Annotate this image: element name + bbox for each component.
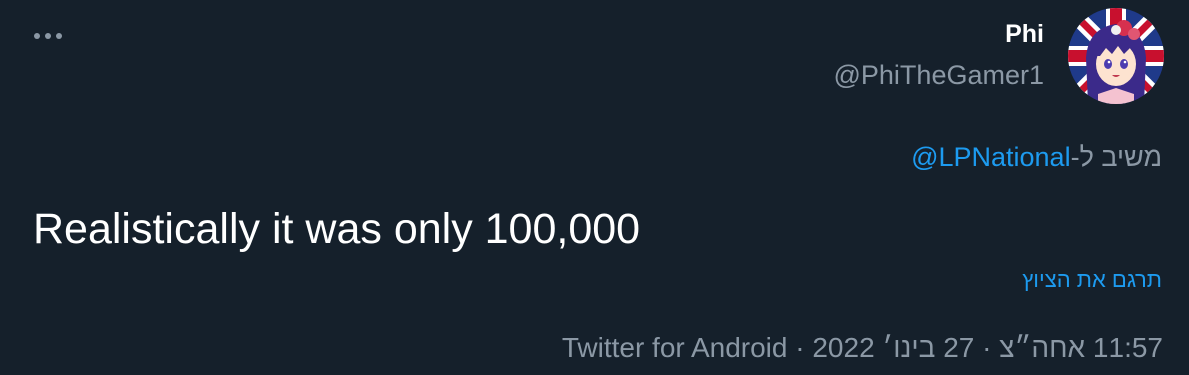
meta-separator: · [787,332,813,363]
tweet-text: Realistically it was only 100,000 [33,205,641,253]
anime-avatar-icon [1068,8,1164,104]
mention-text: @LPNational [911,142,1071,172]
tweet-time[interactable]: 11:57 אחה״צ [999,332,1163,363]
author-display-name[interactable]: Phi [1005,19,1044,49]
translate-tweet-link[interactable]: תרגם את הציוץ [1022,266,1162,294]
tweet-source[interactable]: Twitter for Android [562,332,788,363]
avatar[interactable] [1068,8,1164,104]
author-handle[interactable]: @PhiTheGamer1 [834,58,1045,92]
tweet-date[interactable]: 27 בינו׳ 2022 [812,332,974,363]
more-options-icon[interactable] [34,26,70,46]
tweet-detail: Phi @PhiTheGamer1 משיב ל-@LPNational Rea… [0,0,1189,375]
dot [45,33,51,39]
replying-to: משיב ל-@LPNational [911,140,1162,174]
dot [56,33,62,39]
replying-to-prefix: משיב ל- [1070,142,1162,172]
meta-separator: · [974,332,1000,363]
dot [34,33,40,39]
replying-to-mention[interactable]: @LPNational [911,142,1071,172]
tweet-metadata: Twitter for Android · 27 בינו׳ 2022 · 11… [562,330,1163,366]
